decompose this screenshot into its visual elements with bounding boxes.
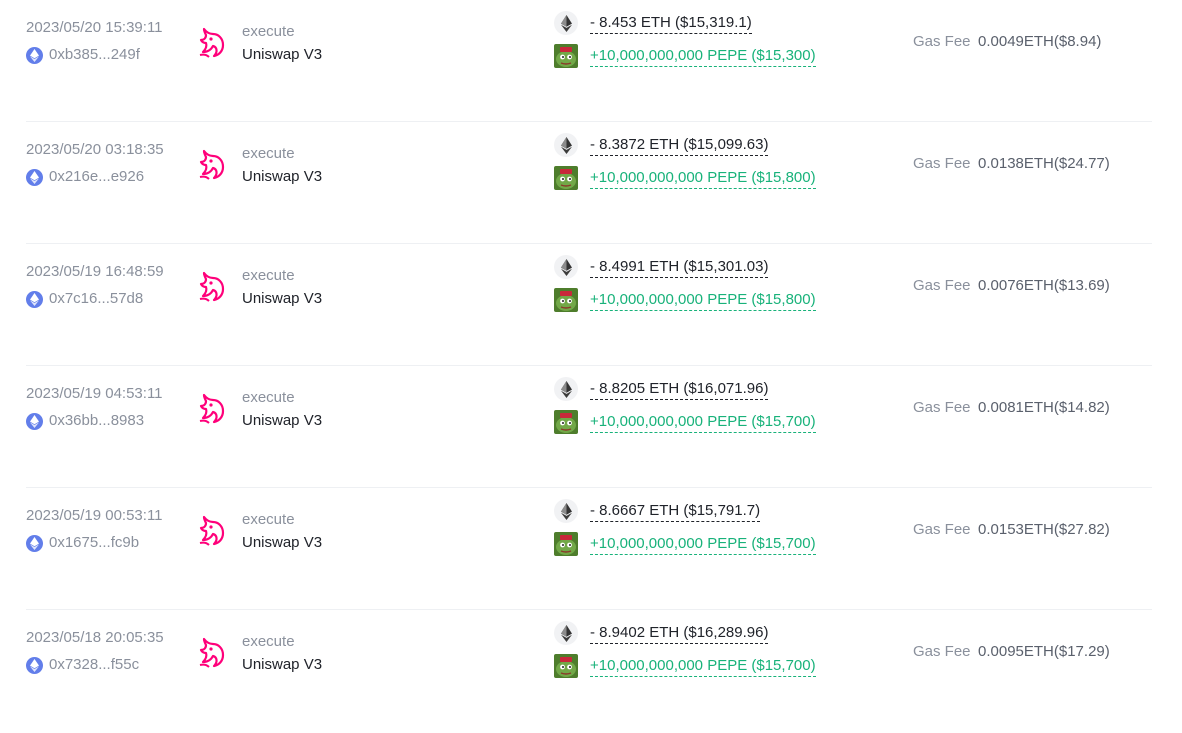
eth-amount-out[interactable]: - 8.453 ETH ($15,319.1)	[590, 13, 752, 34]
transaction-method: execute	[242, 389, 295, 406]
pepe-amount-in[interactable]: +10,000,000,000 PEPE ($15,800)	[590, 290, 816, 311]
eth-token-icon	[554, 621, 578, 645]
pepe-token-icon	[554, 288, 578, 312]
transaction-hash-link[interactable]: 0x1675...fc9b	[26, 533, 139, 553]
eth-amount-out[interactable]: - 8.4991 ETH ($15,301.03)	[590, 257, 769, 278]
eth-amount-out[interactable]: - 8.9402 ETH ($16,289.96)	[590, 623, 769, 644]
pepe-token-icon	[554, 654, 578, 678]
pepe-token-icon	[554, 410, 578, 434]
ethereum-icon	[26, 656, 43, 674]
transaction-time: 2023/05/20 03:18:35	[26, 141, 164, 158]
uniswap-unicorn-icon	[199, 393, 225, 424]
token-out: - 8.453 ETH ($15,319.1)	[554, 11, 752, 35]
transaction-hash: 0x7c16...57d8	[49, 290, 144, 307]
gas-fee-value: 0.0076ETH($13.69)	[978, 277, 1110, 294]
transaction-hash-link[interactable]: 0x216e...e926	[26, 167, 144, 187]
transaction-method: execute	[242, 23, 295, 40]
transaction-method: execute	[242, 145, 295, 162]
transaction-hash-link[interactable]: 0x36bb...8983	[26, 411, 144, 431]
transaction-method: execute	[242, 511, 295, 528]
transaction-row: 2023/05/19 04:53:11 0x36bb...8983 execut…	[26, 366, 1152, 488]
transaction-time: 2023/05/18 20:05:35	[26, 629, 164, 646]
token-in: +10,000,000,000 PEPE ($15,800)	[554, 166, 816, 190]
gas-fee-label: Gas Fee	[913, 155, 971, 172]
transaction-method: execute	[242, 633, 295, 650]
eth-amount-out[interactable]: - 8.6667 ETH ($15,791.7)	[590, 501, 761, 522]
eth-token-icon	[554, 133, 578, 157]
token-out: - 8.6667 ETH ($15,791.7)	[554, 499, 761, 523]
transaction-time: 2023/05/19 04:53:11	[26, 385, 163, 402]
ethereum-icon	[26, 168, 43, 186]
ethereum-icon	[26, 46, 43, 64]
pepe-amount-in[interactable]: +10,000,000,000 PEPE ($15,700)	[590, 656, 816, 677]
transaction-row: 2023/05/18 20:05:35 0x7328...f55c execut…	[26, 610, 1152, 732]
transaction-list: 2023/05/20 15:39:11 0xb385...249f execut…	[0, 0, 1182, 733]
gas-fee-value: 0.0138ETH($24.77)	[978, 155, 1110, 172]
token-in: +10,000,000,000 PEPE ($15,800)	[554, 288, 816, 312]
gas-fee-label: Gas Fee	[913, 33, 971, 50]
eth-token-icon	[554, 255, 578, 279]
uniswap-unicorn-icon	[199, 27, 225, 58]
transaction-hash: 0x216e...e926	[49, 168, 145, 185]
token-in: +10,000,000,000 PEPE ($15,700)	[554, 654, 816, 678]
transaction-hash-link[interactable]: 0xb385...249f	[26, 45, 140, 65]
transaction-hash: 0x1675...fc9b	[49, 534, 140, 551]
eth-amount-out[interactable]: - 8.8205 ETH ($16,071.96)	[590, 379, 769, 400]
uniswap-unicorn-icon	[199, 637, 225, 668]
transaction-row: 2023/05/20 15:39:11 0xb385...249f execut…	[26, 0, 1152, 122]
token-out: - 8.9402 ETH ($16,289.96)	[554, 621, 769, 645]
ethereum-icon	[26, 290, 43, 308]
protocol-link[interactable]: Uniswap V3	[242, 45, 322, 65]
transaction-row: 2023/05/20 03:18:35 0x216e...e926 execut…	[26, 122, 1152, 244]
transaction-hash-link[interactable]: 0x7c16...57d8	[26, 289, 143, 309]
protocol-link[interactable]: Uniswap V3	[242, 167, 322, 187]
uniswap-unicorn-icon	[199, 149, 225, 180]
token-out: - 8.3872 ETH ($15,099.63)	[554, 133, 769, 157]
eth-amount-out[interactable]: - 8.3872 ETH ($15,099.63)	[590, 135, 769, 156]
uniswap-unicorn-icon	[199, 271, 225, 302]
gas-fee-value: 0.0081ETH($14.82)	[978, 399, 1110, 416]
transaction-time: 2023/05/19 00:53:11	[26, 507, 163, 524]
transaction-time: 2023/05/20 15:39:11	[26, 19, 163, 36]
pepe-amount-in[interactable]: +10,000,000,000 PEPE ($15,800)	[590, 168, 816, 189]
gas-fee-label: Gas Fee	[913, 277, 971, 294]
transaction-hash: 0x36bb...8983	[49, 412, 145, 429]
eth-token-icon	[554, 11, 578, 35]
protocol-link[interactable]: Uniswap V3	[242, 533, 322, 553]
token-in: +10,000,000,000 PEPE ($15,700)	[554, 532, 816, 556]
token-in: +10,000,000,000 PEPE ($15,300)	[554, 44, 816, 68]
gas-fee-label: Gas Fee	[913, 521, 971, 538]
transaction-row: 2023/05/19 16:48:59 0x7c16...57d8 execut…	[26, 244, 1152, 366]
transaction-hash: 0x7328...f55c	[49, 656, 140, 673]
pepe-amount-in[interactable]: +10,000,000,000 PEPE ($15,300)	[590, 46, 816, 67]
gas-fee-value: 0.0153ETH($27.82)	[978, 521, 1110, 538]
eth-token-icon	[554, 377, 578, 401]
protocol-link[interactable]: Uniswap V3	[242, 655, 322, 675]
gas-fee-value: 0.0095ETH($17.29)	[978, 643, 1110, 660]
pepe-amount-in[interactable]: +10,000,000,000 PEPE ($15,700)	[590, 534, 816, 555]
uniswap-unicorn-icon	[199, 515, 225, 546]
gas-fee-value: 0.0049ETH($8.94)	[978, 33, 1102, 50]
pepe-token-icon	[554, 166, 578, 190]
transaction-hash-link[interactable]: 0x7328...f55c	[26, 655, 139, 675]
gas-fee-label: Gas Fee	[913, 399, 971, 416]
transaction-hash: 0xb385...249f	[49, 46, 140, 63]
pepe-amount-in[interactable]: +10,000,000,000 PEPE ($15,700)	[590, 412, 816, 433]
protocol-link[interactable]: Uniswap V3	[242, 411, 322, 431]
pepe-token-icon	[554, 44, 578, 68]
protocol-link[interactable]: Uniswap V3	[242, 289, 322, 309]
gas-fee-label: Gas Fee	[913, 643, 971, 660]
transaction-method: execute	[242, 267, 295, 284]
pepe-token-icon	[554, 532, 578, 556]
transaction-row: 2023/05/19 00:53:11 0x1675...fc9b execut…	[26, 488, 1152, 610]
ethereum-icon	[26, 412, 43, 430]
token-in: +10,000,000,000 PEPE ($15,700)	[554, 410, 816, 434]
ethereum-icon	[26, 534, 43, 552]
eth-token-icon	[554, 499, 578, 523]
token-out: - 8.4991 ETH ($15,301.03)	[554, 255, 769, 279]
token-out: - 8.8205 ETH ($16,071.96)	[554, 377, 769, 401]
transaction-time: 2023/05/19 16:48:59	[26, 263, 164, 280]
